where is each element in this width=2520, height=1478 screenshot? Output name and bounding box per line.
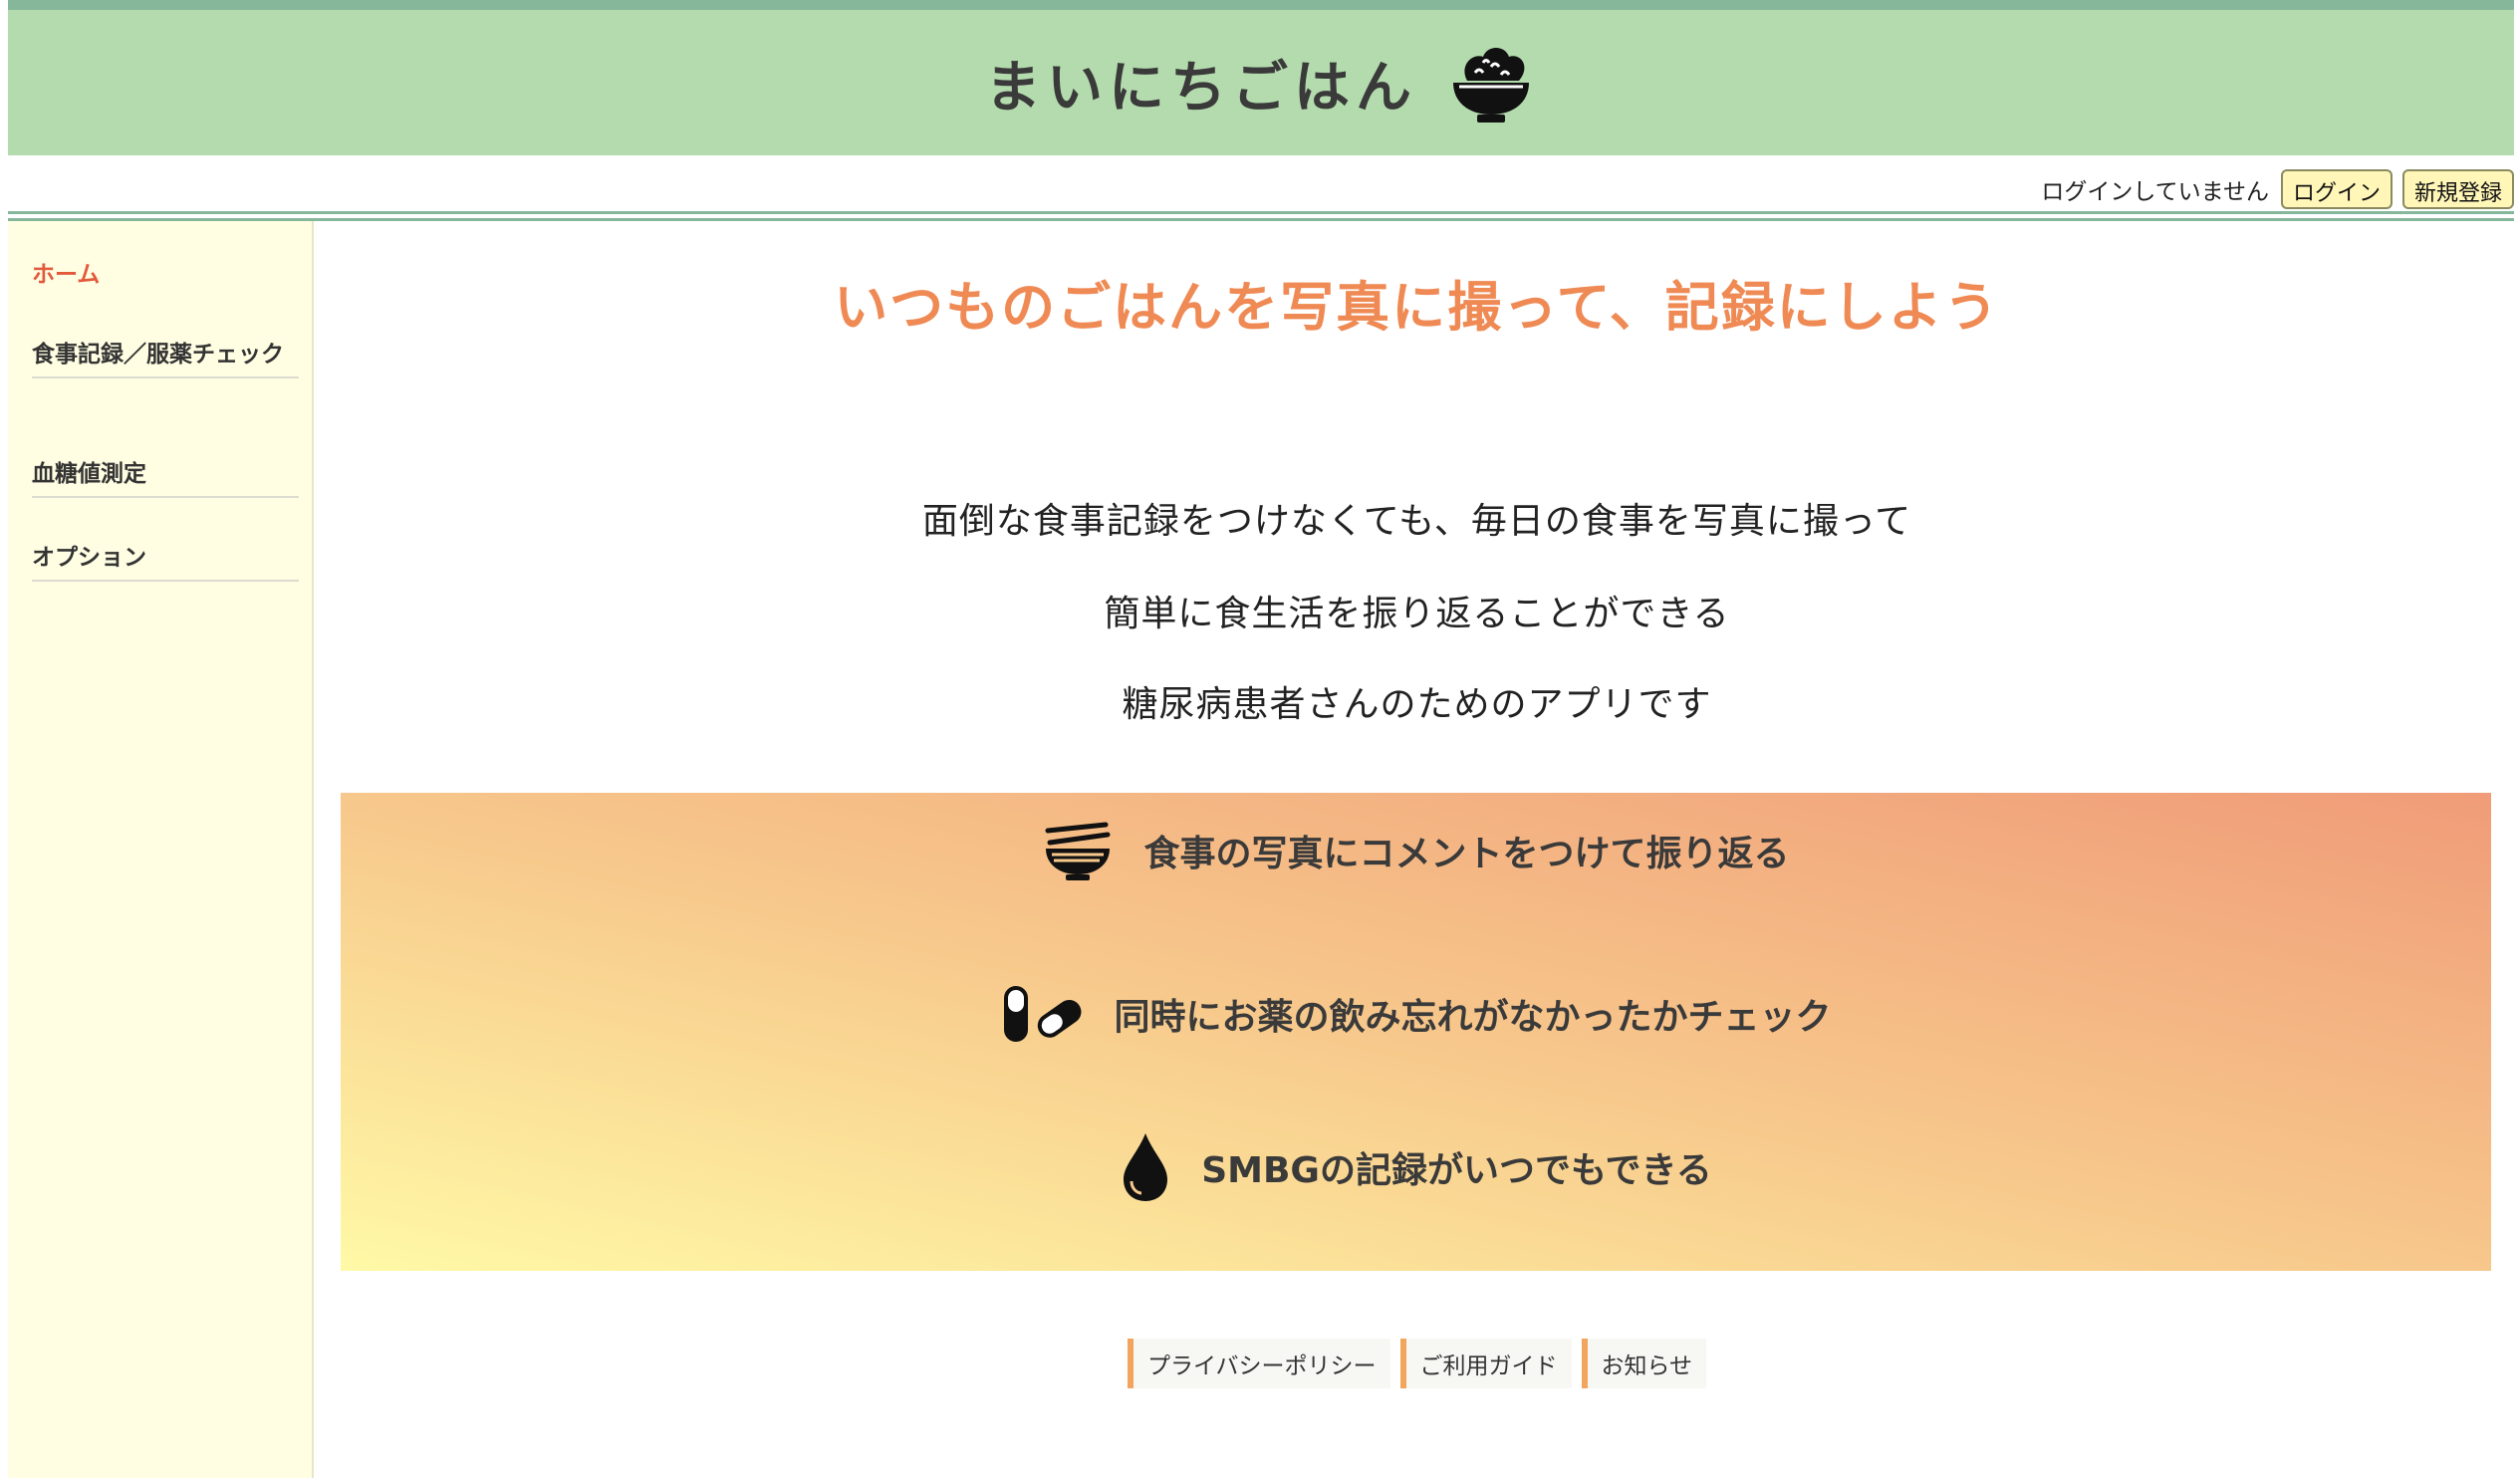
sidebar-item-meal-record[interactable]: 食事記録／服薬チェック	[32, 337, 299, 378]
header-top-line	[8, 0, 2514, 10]
feature-text-meal: 食事の写真にコメントをつけて振り返る	[1143, 834, 1790, 874]
feature-medication-check: 同時にお薬の飲み忘れがなかったかチェック	[341, 982, 2491, 1046]
bowl-chopsticks-icon	[1045, 822, 1111, 880]
page-headline: いつものごはんを写真に撮って、記録にしよう	[834, 276, 2000, 339]
site-title: まいにちごはん	[985, 55, 1417, 121]
rice-bowl-icon	[1453, 48, 1529, 123]
sidebar-item-options[interactable]: オプション	[32, 540, 299, 582]
sidebar-item-home[interactable]: ホーム	[32, 257, 299, 293]
header-divider	[8, 211, 2514, 214]
description-line-3: 糖尿病患者さんのためのアプリです	[1122, 684, 1712, 725]
sidebar-item-blood-glucose[interactable]: 血糖値測定	[32, 456, 299, 498]
feature-text-medication: 同時にお薬の飲み忘れがなかったかチェック	[1114, 997, 1832, 1038]
description-line-1: 面倒な食事記録をつけなくても、毎日の食事を写真に撮って	[921, 501, 1912, 542]
footer-link-news[interactable]: お知らせ	[1581, 1339, 1707, 1388]
feature-meal-photo: 食事の写真にコメントをつけて振り返る	[341, 821, 2491, 880]
auth-bar: ログインしていません ログイン 新規登録	[2041, 167, 2514, 211]
footer-link-privacy[interactable]: プライバシーポリシー	[1127, 1339, 1390, 1388]
signup-button[interactable]: 新規登録	[2401, 169, 2514, 209]
blood-drop-icon	[1124, 1133, 1168, 1201]
footer-links: プライバシーポリシー ご利用ガイド お知らせ	[314, 1339, 2520, 1388]
site-header: まいにちごはん	[8, 10, 2514, 155]
description-line-2: 簡単に食生活を振り返ることができる	[1104, 594, 1730, 634]
login-status-text: ログインしていません	[2041, 179, 2269, 205]
sidebar: ホーム 食事記録／服薬チェック 血糖値測定 オプション	[8, 221, 314, 1478]
login-button[interactable]: ログイン	[2280, 169, 2393, 209]
pills-icon	[1004, 986, 1082, 1042]
main-content: いつものごはんを写真に撮って、記録にしよう 面倒な食事記録をつけなくても、毎日の…	[314, 221, 2520, 1478]
feature-smbg-record: SMBGの記録がいつでもできる	[341, 1131, 2491, 1203]
features-panel: 食事の写真にコメントをつけて振り返る 同時にお薬の飲み忘れがなかったかチェック …	[341, 793, 2491, 1271]
footer-link-guide[interactable]: ご利用ガイド	[1399, 1339, 1572, 1388]
feature-text-smbg: SMBGの記録がいつでもできる	[1201, 1150, 1712, 1191]
